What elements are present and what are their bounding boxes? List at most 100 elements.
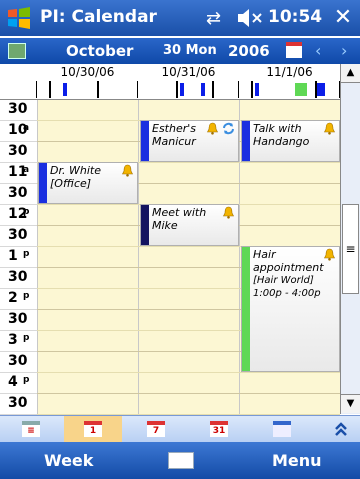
title-bar: PI: Calendar ⇄ 10:54 ✕ <box>0 0 360 36</box>
ampm-label: p <box>23 207 30 217</box>
hour-label: 30 <box>8 353 28 369</box>
reminder-bell-icon <box>223 206 234 219</box>
today-icon[interactable] <box>8 43 26 59</box>
hour-label: 30 <box>8 269 28 285</box>
appointment[interactable]: Dr. White [Office] <box>38 162 138 204</box>
hour-label: 30 <box>8 101 28 117</box>
appointment-title: Meet with Mike <box>152 206 207 232</box>
reminder-bell-icon <box>324 248 335 261</box>
row-divider <box>37 372 340 373</box>
agenda-view-icon: ≡ <box>22 421 40 437</box>
week-view-icon: 7 <box>147 421 165 437</box>
appointment-location: [Office] <box>50 177 92 190</box>
hour-label: 3 <box>8 332 18 348</box>
hour-label: 30 <box>8 143 28 159</box>
hour-label: 30 <box>8 395 28 411</box>
time-slot-label: 1p <box>0 247 37 268</box>
time-slot-label: 30 <box>0 310 37 331</box>
tab-agenda[interactable]: ≡ <box>2 416 60 443</box>
day-view-icon: 1 <box>84 421 102 437</box>
day-column[interactable] <box>37 100 138 415</box>
recurring-icon <box>223 122 234 135</box>
reminder-bell-icon <box>207 122 218 135</box>
free-busy-strip <box>0 81 340 100</box>
time-slot-label: 30 <box>0 268 37 289</box>
tab-week[interactable]: 7 <box>127 416 185 443</box>
month-label[interactable]: October <box>66 42 133 60</box>
time-slot-label: 4p <box>0 373 37 394</box>
time-slot-label: 30 <box>0 394 37 415</box>
tab-day[interactable]: 1 <box>64 416 122 443</box>
hour-label: 30 <box>8 311 28 327</box>
close-button[interactable]: ✕ <box>330 5 356 31</box>
time-slot-label: 2p <box>0 289 37 310</box>
day-header[interactable]: 10/31/06 <box>138 65 239 81</box>
ampm-label: p <box>23 291 30 301</box>
date-navigation-bar: October 30 Mon 2006 ‹ › <box>0 38 360 64</box>
next-button[interactable]: › <box>341 41 347 60</box>
time-slot-label: 12 p <box>0 205 37 226</box>
free-busy-day <box>37 81 138 98</box>
hour-label: 4 <box>8 374 18 390</box>
free-busy-day <box>239 81 340 98</box>
row-divider <box>37 393 340 394</box>
reminder-bell-icon <box>324 122 335 135</box>
hour-label: 30 <box>8 227 28 243</box>
ampm-label: p <box>23 375 30 385</box>
appointment-location: [Hair World] <box>253 275 314 286</box>
time-slot-label: 30 <box>0 100 37 121</box>
calendar-grid: 30 10 a 30 11 a 30 12 p 30 1 p 30 2 p 30 3 p 30 4 p 30 Esther… <box>0 100 340 415</box>
appointment[interactable]: Esther's Manicur <box>140 120 239 162</box>
hour-label: 1 <box>8 248 18 264</box>
time-slot-label: 30 <box>0 352 37 373</box>
previous-button[interactable]: ‹ <box>315 41 321 60</box>
hour-label: 30 <box>8 185 28 201</box>
ampm-label: p <box>23 333 30 343</box>
tab-year[interactable] <box>253 416 311 443</box>
hour-label: 2 <box>8 290 18 306</box>
free-busy-day <box>138 81 239 98</box>
vertical-scrollbar[interactable]: ▲ ≡ ▼ <box>340 64 360 414</box>
expand-button[interactable] <box>326 416 356 443</box>
date-header-row: 10/30/06 10/31/06 11/1/06 <box>0 64 340 81</box>
calendar-picker-icon[interactable] <box>286 42 302 58</box>
time-slot-label: 30 <box>0 226 37 247</box>
week-softkey[interactable]: Week <box>44 451 93 470</box>
day-label[interactable]: 30 Mon <box>163 43 217 58</box>
appointment-title: Talk with Handango <box>253 122 310 148</box>
appointment[interactable]: Hair appointment [Hair World] 1:00p - 4:… <box>241 246 340 372</box>
reminder-bell-icon <box>122 164 133 177</box>
appointment-time: 1:00p - 4:00p <box>253 288 321 299</box>
connectivity-icon[interactable]: ⇄ <box>206 8 221 29</box>
year-label[interactable]: 2006 <box>228 42 270 60</box>
app-title: PI: Calendar <box>40 7 157 27</box>
year-view-icon <box>273 421 291 437</box>
menu-softkey[interactable]: Menu <box>272 451 322 470</box>
ampm-label: a <box>23 165 30 175</box>
appointment-title: Dr. White <box>50 164 101 177</box>
scroll-up-arrow-icon[interactable]: ▲ <box>341 64 360 83</box>
appointment[interactable]: Talk with Handango <box>241 120 340 162</box>
scroll-down-arrow-icon[interactable]: ▼ <box>341 394 360 413</box>
time-slot-label: 3p <box>0 331 37 352</box>
day-header[interactable]: 10/30/06 <box>37 65 138 81</box>
soft-key-bar: Week Menu <box>0 442 360 479</box>
view-tab-bar: ≡ 1 7 31 <box>0 415 360 443</box>
time-slot-label: 30 <box>0 142 37 163</box>
start-menu-icon[interactable] <box>6 6 32 30</box>
keyboard-icon[interactable] <box>168 452 194 469</box>
ampm-label: p <box>23 249 30 259</box>
expand-up-icon <box>335 422 347 436</box>
time-slot-label: 11 a <box>0 163 37 184</box>
month-view-icon: 31 <box>210 421 228 437</box>
day-header[interactable]: 11/1/06 <box>239 65 340 81</box>
clock[interactable]: 10:54 <box>268 7 322 27</box>
time-slot-label: 30 <box>0 184 37 205</box>
appointment[interactable]: Meet with Mike <box>140 204 239 246</box>
appointment-title: Hair appointment <box>253 248 324 274</box>
volume-muted-icon[interactable] <box>236 6 264 30</box>
tab-month[interactable]: 31 <box>190 416 248 443</box>
scroll-thumb[interactable]: ≡ <box>342 204 359 294</box>
ampm-label: a <box>23 123 30 133</box>
time-slot-label: 10 a <box>0 121 37 142</box>
